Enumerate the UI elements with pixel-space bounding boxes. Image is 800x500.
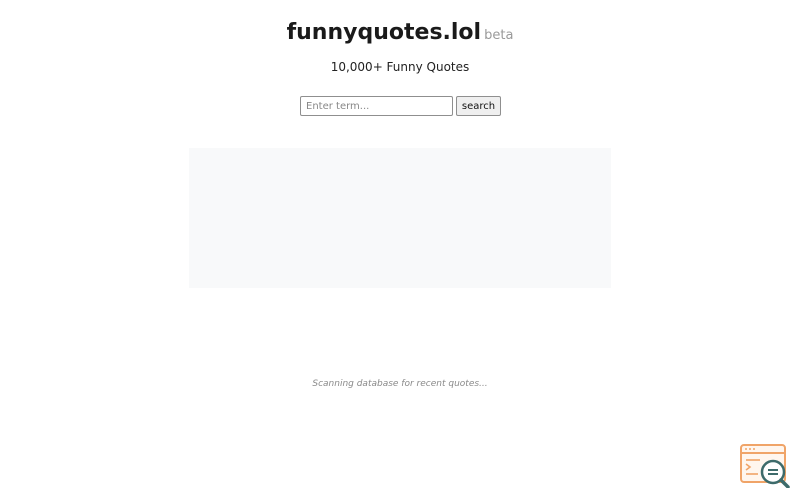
ad-placeholder: [189, 148, 611, 288]
search-input[interactable]: [300, 96, 453, 116]
header: funnyquotes.lol beta: [0, 20, 800, 45]
site-title[interactable]: funnyquotes.lol: [287, 20, 482, 45]
tagline: 10,000+ Funny Quotes: [330, 60, 470, 74]
browser-search-icon[interactable]: [740, 444, 790, 489]
page: funnyquotes.lol beta 10,000+ Funny Quotes…: [0, 0, 800, 500]
beta-badge: beta: [484, 28, 514, 43]
status-text: Scanning database for recent quotes...: [312, 379, 488, 389]
search-form: search: [300, 96, 501, 116]
browser-search-icon-graphic: [740, 444, 790, 489]
search-button[interactable]: search: [456, 96, 501, 116]
